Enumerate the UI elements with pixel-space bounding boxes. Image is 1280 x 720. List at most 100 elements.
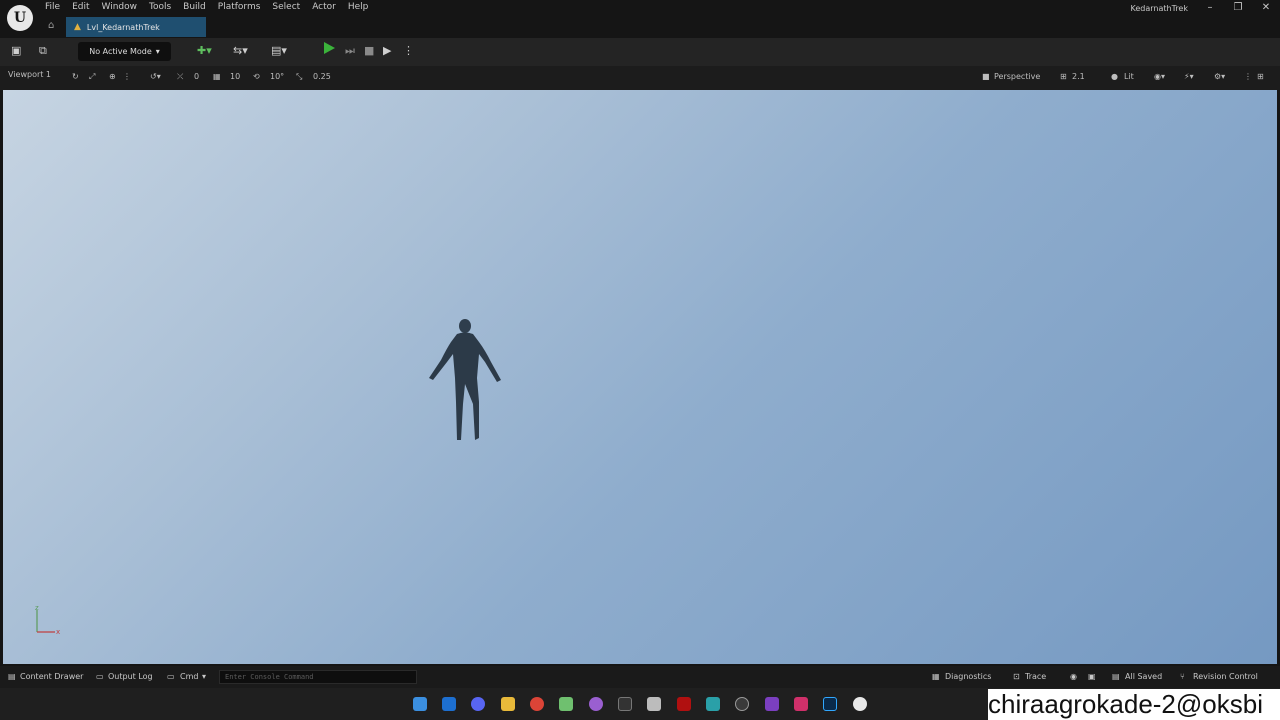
menu-platforms[interactable]: Platforms	[218, 2, 273, 12]
lit-icon: ●	[1111, 72, 1118, 81]
fov-icon: ⊞	[1060, 72, 1067, 81]
menu-actor[interactable]: Actor	[312, 2, 348, 12]
menu-bar: U File Edit Window Tools Build Platforms…	[0, 0, 1280, 38]
screenshot-icon[interactable]: ▣	[1088, 672, 1096, 681]
windows-start-icon[interactable]	[413, 697, 427, 711]
axis-z-label: z	[35, 604, 39, 612]
view-mode-dropdown[interactable]: Perspective	[994, 72, 1040, 81]
menu-file[interactable]: File	[45, 2, 72, 12]
menu-edit[interactable]: Edit	[72, 2, 101, 12]
discord-icon[interactable]	[471, 697, 485, 711]
performance-icon[interactable]: ⚡▾	[1184, 72, 1194, 81]
character-mannequin[interactable]	[421, 318, 509, 448]
status-bar: ▤ Content Drawer ▭ Output Log ▭ Cmd ▾ En…	[0, 666, 1280, 688]
unreal-engine-icon[interactable]	[853, 697, 867, 711]
visual-studio-icon[interactable]	[647, 697, 661, 711]
blueprint-icon[interactable]: ⇆▾	[233, 44, 248, 57]
menu-build[interactable]: Build	[183, 2, 218, 12]
visual-studio-purple-icon[interactable]	[765, 697, 779, 711]
mode-dropdown[interactable]: No Active Mode ▾	[78, 42, 171, 61]
more-options-icon[interactable]: ⋮	[403, 44, 414, 57]
record-icon[interactable]: ◉	[1070, 672, 1077, 681]
scale-icon[interactable]: ⤢	[89, 72, 95, 82]
content-drawer-icon: ▤	[8, 672, 16, 681]
save-icon[interactable]: ▣	[11, 44, 21, 57]
angle-snap-value[interactable]: 10°	[270, 72, 284, 81]
revision-control-button[interactable]: Revision Control	[1193, 672, 1258, 681]
main-toolbar: ▣ ⧉ No Active Mode ▾ ✚▾ ⇆▾ ▤▾ ⏭ ■ ▶ ⋮	[0, 38, 1280, 66]
output-log-icon: ▭	[96, 672, 104, 681]
photoshop-icon[interactable]	[823, 697, 837, 711]
stop-icon[interactable]: ■	[364, 44, 374, 57]
chevron-down-icon: ▾	[202, 672, 207, 681]
level-viewport[interactable]: z x	[3, 90, 1277, 664]
world-icon[interactable]: ⊕	[109, 72, 116, 81]
trace-dropdown[interactable]: Trace	[1025, 672, 1046, 681]
level-tab-label: Lvl_KedarnathTrek	[86, 22, 160, 32]
3ds-max-icon[interactable]	[706, 697, 720, 711]
viewport-name[interactable]: Viewport 1	[8, 70, 51, 79]
lighting-dropdown[interactable]: Lit	[1124, 72, 1134, 81]
angle-snap-icon[interactable]: ⟲	[253, 72, 260, 81]
terminal-icon[interactable]	[618, 697, 632, 711]
diagnostics-icon: ▦	[932, 672, 940, 681]
netflix-icon[interactable]	[677, 697, 691, 711]
content-browser-icon[interactable]: ⧉	[39, 44, 47, 58]
level-tab[interactable]: ▲ Lvl_KedarnathTrek	[66, 17, 206, 37]
axis-x-label: x	[56, 628, 60, 636]
watermark-text: chiraagrokade-2@oksbi	[988, 689, 1280, 720]
menu-help[interactable]: Help	[348, 2, 381, 12]
fov-value[interactable]: 2.1	[1072, 72, 1085, 81]
cmd-dropdown[interactable]: Cmd	[180, 672, 198, 681]
rotate-icon[interactable]: ↻	[72, 72, 79, 81]
axis-gizmo: z x	[35, 604, 60, 636]
main-menu: File Edit Window Tools Build Platforms S…	[45, 2, 380, 12]
menu-tools[interactable]: Tools	[149, 2, 183, 12]
vertical-dots-icon[interactable]: ⋮	[1244, 72, 1252, 81]
play-button[interactable]	[324, 42, 335, 54]
add-actor-icon[interactable]: ✚▾	[197, 44, 212, 57]
close-icon[interactable]: ✕	[1256, 2, 1276, 13]
launch-icon[interactable]: ▶	[383, 44, 391, 57]
grid-snap-value[interactable]: 10	[230, 72, 240, 81]
menu-select[interactable]: Select	[272, 2, 312, 12]
viewport-toolbar: Viewport 1 ↻ ⤢ ⊕ ⋮ ↺▾ ⤫ 0 ▦ 10 ⟲ 10° ⤡ 0…	[0, 66, 1280, 90]
outlook-icon[interactable]	[442, 697, 456, 711]
trace-icon: ⊡	[1013, 672, 1020, 681]
chrome-icon[interactable]	[530, 697, 544, 711]
grid-snap-icon[interactable]: ▦	[213, 72, 221, 81]
notepad-icon[interactable]	[559, 697, 573, 711]
rotation-snap-icon[interactable]: ⤫	[177, 72, 183, 82]
rotation-snap-value[interactable]: 0	[194, 72, 199, 81]
advance-frame-icon[interactable]: ⏭	[345, 44, 355, 58]
chevron-down-icon: ▾	[155, 47, 160, 56]
home-icon[interactable]: ⌂	[48, 20, 54, 31]
settings-icon[interactable]: ⚙▾	[1214, 72, 1225, 81]
project-name: KedarnathTrek	[1130, 4, 1188, 13]
all-saved-button[interactable]: All Saved	[1125, 672, 1162, 681]
github-icon[interactable]	[589, 697, 603, 711]
cinematics-icon[interactable]: ▤▾	[271, 44, 287, 57]
restore-icon[interactable]: ❐	[1228, 2, 1248, 13]
cmd-icon: ▭	[167, 672, 175, 681]
scale-snap-value[interactable]: 0.25	[313, 72, 331, 81]
obs-icon[interactable]	[735, 697, 749, 711]
surface-snap-icon[interactable]: ↺▾	[150, 72, 161, 81]
file-explorer-icon[interactable]	[501, 697, 515, 711]
output-log-button[interactable]: Output Log	[108, 672, 153, 681]
saved-icon: ▤	[1112, 672, 1120, 681]
mode-label: No Active Mode	[89, 47, 152, 56]
menu-window[interactable]: Window	[102, 2, 150, 12]
more-icon[interactable]: ⋮	[123, 72, 131, 81]
scale-snap-icon[interactable]: ⤡	[296, 72, 302, 82]
camera-icon: ■	[982, 72, 990, 81]
show-icon[interactable]: ◉▾	[1154, 72, 1165, 81]
layout-icon[interactable]: ⊞	[1257, 72, 1264, 81]
content-drawer-button[interactable]: Content Drawer	[20, 672, 83, 681]
diagnostics-button[interactable]: Diagnostics	[945, 672, 991, 681]
unreal-logo-icon[interactable]: U	[7, 5, 33, 31]
level-icon: ▲	[74, 22, 81, 32]
console-command-input[interactable]: Enter Console Command	[219, 670, 417, 684]
snip-icon[interactable]	[794, 697, 808, 711]
minimize-icon[interactable]: –	[1200, 2, 1220, 13]
